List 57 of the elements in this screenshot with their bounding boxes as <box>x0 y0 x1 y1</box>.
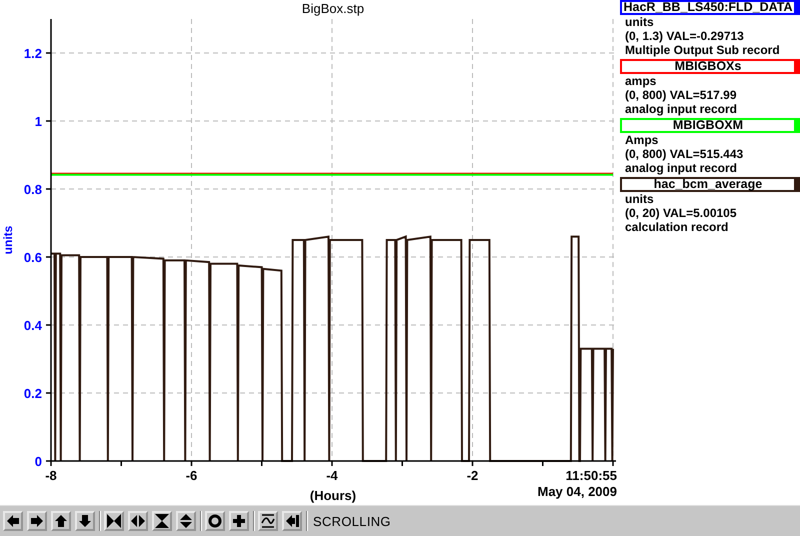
toolbar-button[interactable] <box>282 511 302 531</box>
time-label: 11:50:55 <box>566 468 617 483</box>
chart-title: BigBox.stp <box>302 1 364 16</box>
toolbar-button[interactable] <box>176 511 196 531</box>
toolbar-button[interactable] <box>27 511 47 531</box>
jump-left-icon <box>285 514 299 528</box>
legend-name: MBIGBOXM <box>620 118 800 133</box>
x-tick-label: -8 <box>45 468 57 483</box>
y-tick-label: 0 <box>34 454 42 469</box>
legend-record-type: Multiple Output Sub record <box>624 43 781 57</box>
plus-icon <box>232 514 246 528</box>
legend-name: hac_bcm_average <box>620 177 800 192</box>
legend-record-type: analog input record <box>624 102 738 116</box>
legend-name: HacR_BB_LS450:FLD_DATA <box>620 0 800 15</box>
toolbar-button[interactable] <box>3 511 23 531</box>
legend-record-type: calculation record <box>624 220 730 234</box>
legend-reading: (0, 800) VAL=517.99 <box>624 88 738 102</box>
legend-name: MBIGBOXs <box>620 59 800 74</box>
compress-horizontal-icon <box>107 514 121 528</box>
toolbar-button[interactable] <box>51 511 71 531</box>
up-arrow-icon <box>54 514 68 528</box>
legend-units: units <box>624 192 655 206</box>
legend-units: Amps <box>624 133 660 147</box>
legend-reading: (0, 1.3) VAL=-0.29713 <box>624 29 745 43</box>
down-arrow-icon <box>78 514 92 528</box>
x-tick-label: -6 <box>186 468 198 483</box>
legend-record-type: analog input record <box>624 161 738 175</box>
toolbar-button[interactable] <box>152 511 172 531</box>
legend-reading: (0, 800) VAL=515.443 <box>624 147 744 161</box>
legend-units: amps <box>624 74 658 88</box>
compress-vertical-icon <box>155 514 169 528</box>
y-tick-label: 0.4 <box>24 318 42 333</box>
expand-vertical-icon <box>179 514 193 528</box>
x-axis-label: (Hours) <box>310 488 356 503</box>
x-tick-label: -2 <box>466 468 478 483</box>
status-text: SCROLLING <box>313 514 391 528</box>
y-tick-label: 1.2 <box>24 46 42 61</box>
wave-icon <box>261 514 275 528</box>
expand-horizontal-icon <box>131 514 145 528</box>
toolbar-button[interactable] <box>258 511 278 531</box>
y-tick-label: 0.6 <box>24 250 42 265</box>
left-arrow-icon <box>6 514 20 528</box>
y-tick-label: 0.2 <box>24 386 42 401</box>
toolbar-button[interactable] <box>229 511 249 531</box>
y-axis-label: units <box>1 226 15 254</box>
legend-reading: (0, 20) VAL=5.00105 <box>624 206 738 220</box>
circle-icon <box>208 514 222 528</box>
toolbar-button[interactable] <box>205 511 225 531</box>
right-arrow-icon <box>30 514 44 528</box>
y-tick-label: 0.8 <box>24 182 42 197</box>
y-tick-label: 1 <box>34 114 42 129</box>
toolbar-button[interactable] <box>75 511 95 531</box>
toolbar-button[interactable] <box>104 511 124 531</box>
date-label: May 04, 2009 <box>537 484 617 499</box>
x-tick-label: -4 <box>326 468 338 483</box>
toolbar-button[interactable] <box>128 511 148 531</box>
legend-units: units <box>624 15 655 29</box>
